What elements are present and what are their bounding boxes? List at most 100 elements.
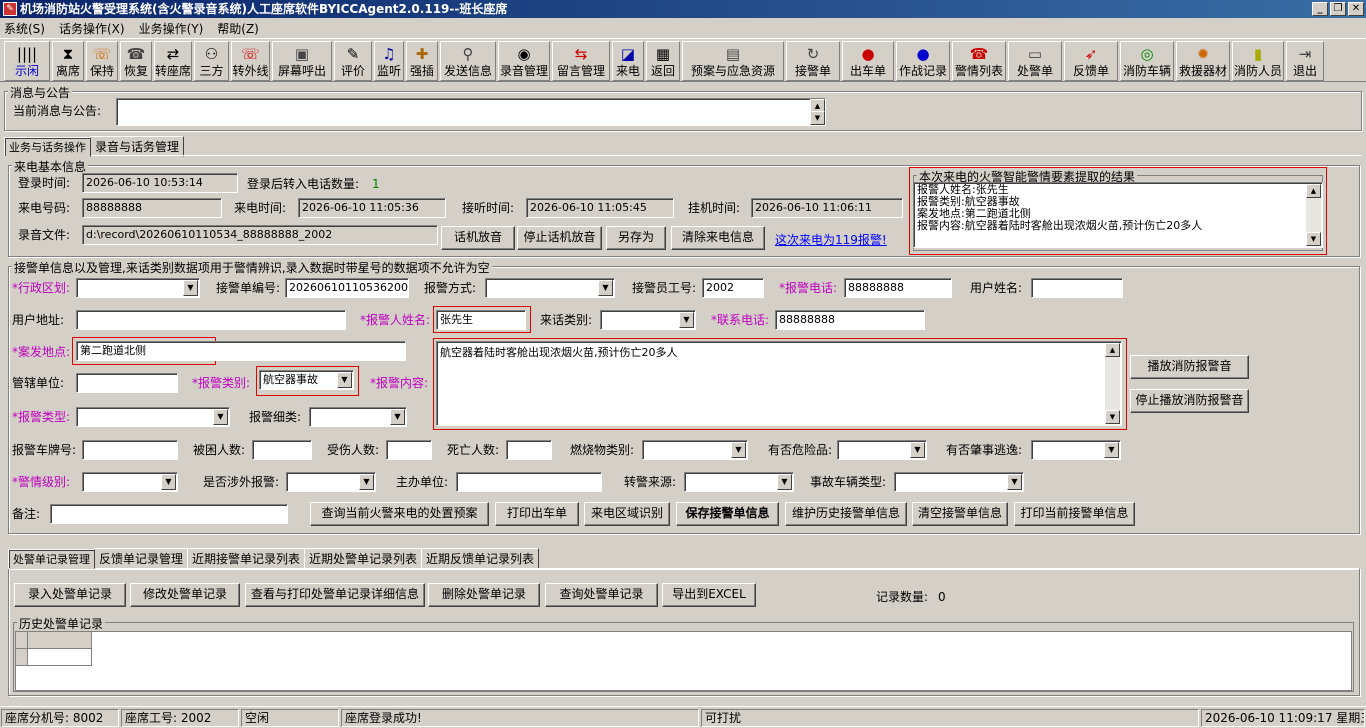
- tab-handle-records[interactable]: 处警单记录管理: [8, 549, 95, 569]
- toolbar-button-9[interactable]: ✎ 评价: [334, 41, 372, 81]
- tab-recent-receive[interactable]: 近期接警单记录列表: [187, 548, 306, 569]
- play-alarm-sound-button[interactable]: 播放消防报警音: [1130, 355, 1249, 379]
- toolbar-button-19[interactable]: ● 出车单: [842, 41, 894, 81]
- print-alarm-button[interactable]: 打印当前接警单信息: [1014, 502, 1135, 526]
- tab-recording-mgmt[interactable]: 录音与话务管理: [90, 136, 185, 157]
- toolbar-button-21[interactable]: ☎ 警情列表: [952, 41, 1006, 81]
- toolbar-button-5[interactable]: ⇄ 转座席: [154, 41, 192, 81]
- contact-field[interactable]: 88888888: [775, 310, 925, 330]
- close-button[interactable]: ✕: [1348, 2, 1364, 16]
- maintain-history-button[interactable]: 维护历史接警单信息: [785, 502, 907, 526]
- hazard-select[interactable]: ▼: [837, 440, 927, 460]
- toolbar-button-15[interactable]: ◪ 来电: [612, 41, 644, 81]
- level-select[interactable]: ▼: [82, 472, 178, 492]
- toolbar-button-16[interactable]: ▦ 返回: [646, 41, 680, 81]
- escape-select[interactable]: ▼: [1031, 440, 1121, 460]
- operator-no-field[interactable]: 2002: [702, 278, 764, 298]
- toolbar-button-23[interactable]: ➶ 反馈单: [1064, 41, 1118, 81]
- stop-alarm-sound-button[interactable]: 停止播放消防报警音: [1130, 389, 1249, 413]
- escape-label: 有否肇事逃逸:: [946, 443, 1023, 457]
- order-no-field[interactable]: 202606101105362002: [285, 278, 409, 298]
- admin-region-select[interactable]: ▼: [76, 278, 200, 298]
- foreign-select[interactable]: ▼: [286, 472, 376, 492]
- category-select[interactable]: 航空器事故 ▼: [259, 370, 354, 390]
- phone-field[interactable]: 88888888: [844, 278, 952, 298]
- dead-field[interactable]: [506, 440, 552, 460]
- toolbar-button-2[interactable]: ⧗ 离席: [52, 41, 84, 81]
- tab-feedback-records[interactable]: 反馈单记录管理: [94, 548, 189, 569]
- toolbar-button-27[interactable]: ⇥ 退出: [1286, 41, 1324, 81]
- extraction-result-textarea[interactable]: 报警人姓名:张先生 报警类别:航空器事故 案发地点:第二跑道北侧 报警内容:航空…: [913, 182, 1323, 248]
- stop-phone-play-button[interactable]: 停止话机放音: [517, 226, 602, 250]
- toolbar-button-7[interactable]: ☏ 转外线: [231, 41, 270, 81]
- call-type-select[interactable]: ▼: [600, 310, 696, 330]
- vehicle-type-select[interactable]: ▼: [894, 472, 1024, 492]
- save-as-button[interactable]: 另存为: [606, 226, 666, 250]
- host-unit-field[interactable]: [456, 472, 602, 492]
- restore-button[interactable]: ❐: [1330, 2, 1346, 16]
- alarm-type-select[interactable]: ▼: [76, 407, 230, 427]
- view-print-record-button[interactable]: 查看与打印处警单记录详细信息: [245, 583, 425, 607]
- toolbar-label: 作战记录: [898, 64, 947, 78]
- toolbar-button-8[interactable]: ▣ 屏幕呼出: [272, 41, 332, 81]
- remark-field[interactable]: [50, 504, 288, 524]
- print-dispatch-button[interactable]: 打印出车单: [495, 502, 579, 526]
- minimize-button[interactable]: _: [1312, 2, 1328, 16]
- toolbar-button-25[interactable]: ✹ 救援器材: [1176, 41, 1230, 81]
- edit-record-button[interactable]: 修改处警单记录: [130, 583, 240, 607]
- query-plan-button[interactable]: 查询当前火警来电的处置预案: [310, 502, 489, 526]
- trapped-field[interactable]: [252, 440, 312, 460]
- method-select[interactable]: ▼: [485, 278, 615, 298]
- toolbar-button-3[interactable]: ☏ 保持: [86, 41, 118, 81]
- phone-play-button[interactable]: 话机放音: [441, 226, 515, 250]
- location-field[interactable]: 第二跑道北侧: [76, 341, 406, 361]
- notice-scrollbar[interactable]: ▲ ▼: [809, 99, 825, 125]
- reporter-field[interactable]: 张先生: [436, 310, 526, 330]
- toolbar-button-20[interactable]: ● 作战记录: [896, 41, 950, 81]
- source-select[interactable]: ▼: [684, 472, 794, 492]
- toolbar-button-17[interactable]: ▤ 预案与应急资源: [682, 41, 784, 81]
- tab-recent-feedback[interactable]: 近期反馈单记录列表: [421, 548, 540, 569]
- fuel-select[interactable]: ▼: [642, 440, 748, 460]
- toolbar-button-24[interactable]: ◎ 消防车辆: [1120, 41, 1174, 81]
- alarm-119-link[interactable]: 这次来电为119报警!: [775, 231, 887, 248]
- query-record-button[interactable]: 查询处警单记录: [545, 583, 658, 607]
- save-alarm-button[interactable]: 保存接警单信息: [676, 502, 779, 526]
- export-excel-button[interactable]: 导出到EXCEL: [662, 583, 756, 607]
- toolbar-button-13[interactable]: ◉ 录音管理: [498, 41, 550, 81]
- menu-system[interactable]: 系统(S): [4, 20, 45, 37]
- clear-alarm-button[interactable]: 清空接警单信息: [912, 502, 1008, 526]
- toolbar-button-6[interactable]: ⚇ 三方: [194, 41, 229, 81]
- toolbar-button-10[interactable]: ♫ 监听: [374, 41, 404, 81]
- tab-business-ops[interactable]: 业务与话务操作: [4, 137, 91, 157]
- toolbar-button-26[interactable]: ▮ 消防人员: [1232, 41, 1284, 81]
- add-record-button[interactable]: 录入处警单记录: [14, 583, 126, 607]
- menu-business-ops[interactable]: 业务操作(Y): [139, 20, 204, 37]
- notice-textarea[interactable]: [116, 98, 826, 126]
- toolbar-button-4[interactable]: ☎ 恢复: [120, 41, 152, 81]
- clear-call-info-button[interactable]: 清除来电信息: [671, 226, 765, 250]
- content-scrollbar[interactable]: ▲ ▼: [1105, 343, 1120, 424]
- toolbar-button-12[interactable]: ⚲ 发送信息: [440, 41, 496, 81]
- address-field[interactable]: [76, 310, 346, 330]
- toolbar-button-1[interactable]: |||| 示闲: [4, 41, 50, 81]
- menu-call-ops[interactable]: 话务操作(X): [59, 20, 125, 37]
- injured-field[interactable]: [386, 440, 432, 460]
- toolbar-button-22[interactable]: ▭ 处警单: [1008, 41, 1062, 81]
- tab-recent-handle[interactable]: 近期处警单记录列表: [304, 548, 423, 569]
- alarm-subtype-select[interactable]: ▼: [309, 407, 407, 427]
- menu-help[interactable]: 帮助(Z): [217, 20, 259, 37]
- toolbar-button-18[interactable]: ↻ 接警单: [786, 41, 840, 81]
- delete-record-button[interactable]: 删除处警单记录: [428, 583, 540, 607]
- toolbar-button-11[interactable]: ✚ 强插: [406, 41, 438, 81]
- host-unit-label: 主办单位:: [396, 475, 449, 489]
- plate-field[interactable]: [82, 440, 178, 460]
- username-field[interactable]: [1031, 278, 1123, 298]
- area-identify-button[interactable]: 来电区域识别: [584, 502, 670, 526]
- extraction-scrollbar[interactable]: ▲ ▼: [1306, 184, 1321, 246]
- history-grid[interactable]: [15, 631, 1352, 691]
- unit-field[interactable]: [76, 373, 178, 393]
- hazard-label: 有否危险品:: [768, 443, 833, 457]
- toolbar-button-14[interactable]: ⇆ 留言管理: [552, 41, 610, 81]
- content-textarea[interactable]: 航空器着陆时客舱出现浓烟火苗,预计伤亡20多人 ▲ ▼: [436, 341, 1122, 426]
